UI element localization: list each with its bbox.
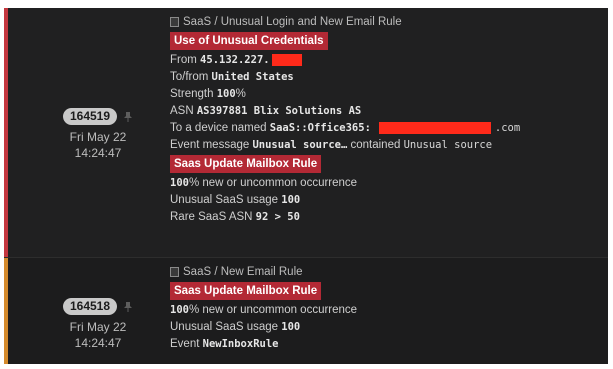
event-message-tail: Unusual source (403, 139, 493, 151)
severity-bar (4, 8, 8, 257)
occurrence-value: 100 (170, 304, 189, 316)
device-value[interactable]: SaaS::Office365: (270, 122, 371, 134)
usage-label: Unusual SaaS usage (170, 321, 279, 333)
asn-line: ASN AS397881 Blix Solutions AS (170, 103, 520, 120)
tofrom-line: To/from United States (170, 69, 520, 86)
event-message-line: Event message Unusual source… contained … (170, 137, 520, 154)
breach-row[interactable]: 164519 Fri May 22 14:24:47 SaaS / Unusua… (4, 8, 608, 257)
breach-meta: 164518 Fri May 22 14:24:47 (38, 298, 158, 351)
rare-asn-value: 92 > 50 (255, 211, 300, 223)
usage-value: 100 (281, 194, 301, 206)
saas-category-icon (170, 266, 179, 277)
event-message-value: Unusual source… (252, 139, 348, 151)
breach-time: 14:24:47 (74, 146, 122, 160)
device-suffix: .com (494, 122, 521, 134)
event-label: Event (170, 338, 200, 350)
strength-line: Strength 100% (170, 86, 520, 103)
model-tag[interactable]: Use of Unusual Credentials (170, 32, 328, 50)
usage-line: Unusual SaaS usage 100 (170, 319, 357, 336)
screenshot-frame: 164519 Fri May 22 14:24:47 SaaS / Unusua… (0, 0, 613, 369)
pin-icon[interactable] (123, 111, 133, 123)
breach-time: 14:24:47 (74, 336, 122, 350)
strength-unit: % (235, 88, 246, 100)
tofrom-label: To/from (170, 71, 209, 83)
breach-details: SaaS / New Email Rule Saas Update Mailbo… (170, 264, 357, 353)
tofrom-value: United States (211, 71, 294, 83)
occurrence-text: % new or uncommon occurrence (188, 304, 358, 316)
asn-value: AS397881 Blix Solutions AS (196, 105, 362, 117)
device-label: To a device named (170, 122, 267, 134)
event-message-mid: contained (350, 139, 401, 151)
asn-label: ASN (170, 105, 194, 117)
rare-asn-line: Rare SaaS ASN 92 > 50 (170, 209, 520, 226)
category-text: SaaS / New Email Rule (183, 266, 303, 278)
event-value: NewInboxRule (202, 338, 279, 350)
occurrence-line: 100% new or uncommon occurrence (170, 175, 520, 192)
event-message-label: Event message (170, 139, 250, 151)
from-label: From (170, 54, 197, 66)
rare-asn-label: Rare SaaS ASN (170, 211, 253, 223)
severity-bar (4, 258, 8, 364)
category-text: SaaS / Unusual Login and New Email Rule (183, 16, 402, 28)
usage-line: Unusual SaaS usage 100 (170, 192, 520, 209)
category-line[interactable]: SaaS / New Email Rule (170, 264, 357, 281)
breach-details: SaaS / Unusual Login and New Email Rule … (170, 14, 520, 226)
event-line: Event NewInboxRule (170, 336, 357, 353)
strength-label: Strength (170, 88, 214, 100)
breach-date: Fri May 22 (69, 320, 127, 334)
usage-label: Unusual SaaS usage (170, 194, 279, 206)
breach-id-badge[interactable]: 164518 (62, 298, 118, 315)
pin-icon[interactable] (123, 301, 133, 313)
usage-value: 100 (281, 321, 301, 333)
occurrence-line: 100% new or uncommon occurrence (170, 302, 357, 319)
from-line: From 45.132.227. (170, 52, 520, 69)
breach-date: Fri May 22 (69, 130, 127, 144)
breach-row[interactable]: 164518 Fri May 22 14:24:47 SaaS / New Em… (4, 257, 608, 364)
model-tag[interactable]: Saas Update Mailbox Rule (170, 155, 322, 173)
device-line: To a device named SaaS::Office365: .com (170, 120, 520, 137)
occurrence-text: % new or uncommon occurrence (188, 177, 358, 189)
strength-value: 100 (216, 88, 236, 100)
breach-meta: 164519 Fri May 22 14:24:47 (38, 108, 158, 161)
saas-category-icon (170, 16, 179, 27)
model-breach-list: 164519 Fri May 22 14:24:47 SaaS / Unusua… (4, 8, 608, 364)
from-ip: 45.132.227. (200, 54, 270, 66)
model-tag[interactable]: Saas Update Mailbox Rule (170, 282, 322, 300)
redaction-block (378, 121, 491, 134)
redaction-block (271, 53, 302, 66)
category-line[interactable]: SaaS / Unusual Login and New Email Rule (170, 14, 520, 31)
occurrence-value: 100 (170, 177, 189, 189)
breach-id-badge[interactable]: 164519 (62, 108, 118, 125)
